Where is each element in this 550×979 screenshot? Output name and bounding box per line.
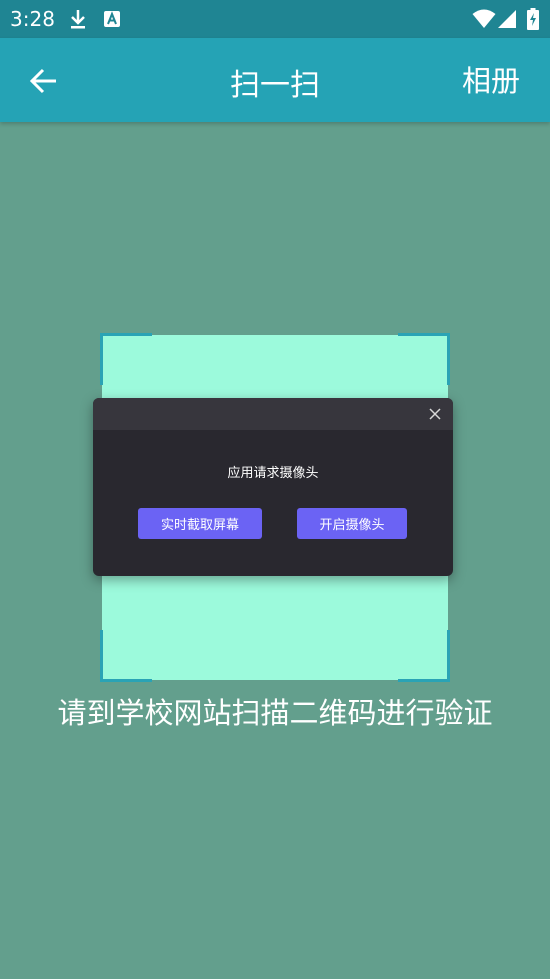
scan-corner-bottom-left <box>100 630 152 682</box>
album-button[interactable]: 相册 <box>462 58 520 100</box>
toolbar: 扫一扫 相册 <box>0 38 550 122</box>
battery-charging-icon <box>526 8 540 30</box>
status-bar: 3:28 <box>0 0 550 38</box>
screen-capture-button[interactable]: 实时截取屏幕 <box>138 508 262 539</box>
wifi-icon <box>472 8 496 30</box>
close-icon <box>429 408 441 420</box>
open-camera-button[interactable]: 开启摄像头 <box>297 508 407 539</box>
status-time: 3:28 <box>10 7 55 31</box>
camera-permission-dialog: 应用请求摄像头 实时截取屏幕 开启摄像头 <box>93 398 453 576</box>
scan-corner-top-left <box>100 333 152 385</box>
close-button[interactable] <box>427 406 443 422</box>
download-icon <box>68 8 88 30</box>
scan-corner-bottom-right <box>398 630 450 682</box>
dialog-header <box>93 398 453 430</box>
signal-icon <box>497 8 517 30</box>
scan-hint: 请到学校网站扫描二维码进行验证 <box>57 696 493 730</box>
dialog-message: 应用请求摄像头 <box>227 466 319 481</box>
font-a-icon <box>102 8 122 30</box>
scan-corner-top-right <box>398 333 450 385</box>
